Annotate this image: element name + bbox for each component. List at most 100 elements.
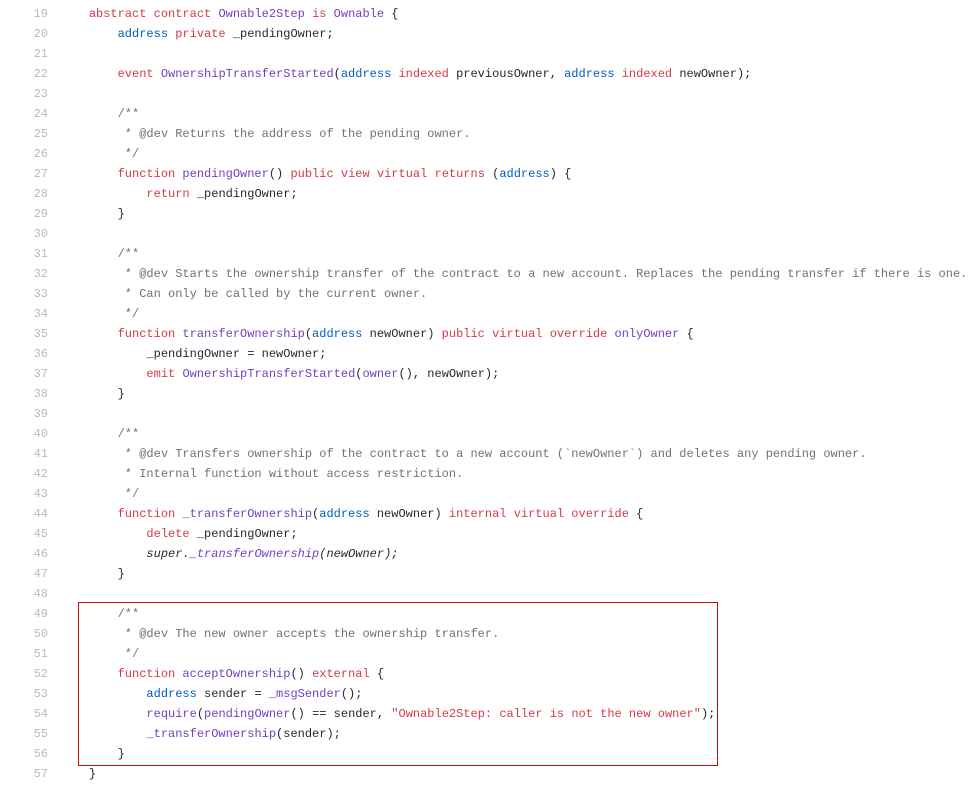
- token-plain: ,: [550, 67, 564, 81]
- line-number: 48: [0, 584, 48, 604]
- line-number: 50: [0, 624, 48, 644]
- code-line: [60, 44, 973, 64]
- line-number: 26: [0, 144, 48, 164]
- token-plain: {: [636, 507, 643, 521]
- token-id: newOwner: [370, 327, 428, 341]
- token-plain: }: [118, 567, 125, 581]
- token-id: newOwner: [679, 67, 737, 81]
- line-number: 25: [0, 124, 48, 144]
- token-str: "Ownable2Step: caller is not the new own…: [391, 707, 701, 721]
- token-kw: function: [118, 327, 183, 341]
- token-fn: OwnershipTransferStarted: [161, 67, 334, 81]
- token-kw: public: [442, 327, 492, 341]
- token-type: address: [312, 327, 370, 341]
- token-plain: ) {: [550, 167, 572, 181]
- line-number: 32: [0, 264, 48, 284]
- line-number: 52: [0, 664, 48, 684]
- code-line: require(pendingOwner() == sender, "Ownab…: [60, 704, 973, 724]
- code-viewer: 1920212223242526272829303132333435363738…: [0, 0, 973, 788]
- line-number: 54: [0, 704, 48, 724]
- token-plain: }: [118, 747, 125, 761]
- line-number: 37: [0, 364, 48, 384]
- token-kw: emit: [146, 367, 182, 381]
- token-cm: * Internal function without access restr…: [118, 467, 464, 481]
- token-fn: _transferOwnership: [182, 507, 312, 521]
- token-type: address: [319, 507, 377, 521]
- line-number: 19: [0, 4, 48, 24]
- token-id: sender =: [204, 687, 269, 701]
- token-cm: /**: [118, 247, 140, 261]
- line-number: 39: [0, 404, 48, 424]
- token-fn: _transferOwnership: [146, 727, 276, 741]
- code-line: * @dev Starts the ownership transfer of …: [60, 264, 973, 284]
- line-number: 41: [0, 444, 48, 464]
- code-line: */: [60, 304, 973, 324]
- code-line: }: [60, 564, 973, 584]
- code-line: }: [60, 764, 973, 784]
- code-line: /**: [60, 244, 973, 264]
- token-plain: ): [427, 327, 441, 341]
- token-type: address: [564, 67, 622, 81]
- token-id: newOwner: [377, 507, 435, 521]
- line-number: 36: [0, 344, 48, 364]
- line-number: 31: [0, 244, 48, 264]
- line-number: 57: [0, 764, 48, 784]
- token-kw: indexed: [398, 67, 456, 81]
- code-line: }: [60, 204, 973, 224]
- token-kw: function: [118, 667, 183, 681]
- token-fn: _msgSender: [269, 687, 341, 701]
- token-plain: {: [377, 667, 384, 681]
- token-fn: require: [146, 707, 196, 721]
- token-fn: acceptOwnership: [182, 667, 290, 681]
- code-line: /**: [60, 604, 973, 624]
- line-number: 22: [0, 64, 48, 84]
- code-line: */: [60, 644, 973, 664]
- code-line: function transferOwnership(address newOw…: [60, 324, 973, 344]
- code-line: return _pendingOwner;: [60, 184, 973, 204]
- code-line: function _transferOwnership(address newO…: [60, 504, 973, 524]
- code-line: abstract contract Ownable2Step is Ownabl…: [60, 4, 973, 24]
- token-kw: abstract: [89, 7, 154, 21]
- token-kw: return: [146, 187, 196, 201]
- line-number-gutter: 1920212223242526272829303132333435363738…: [0, 4, 60, 784]
- token-plain: (), newOwner);: [398, 367, 499, 381]
- line-number: 30: [0, 224, 48, 244]
- token-plain: );: [701, 707, 715, 721]
- token-plain: }: [118, 387, 125, 401]
- token-plain: .: [182, 547, 189, 561]
- token-kw: override: [571, 507, 636, 521]
- token-id: super: [146, 547, 182, 561]
- token-kw: indexed: [622, 67, 680, 81]
- token-id: _pendingOwner;: [233, 27, 334, 41]
- token-fn: OwnershipTransferStarted: [182, 367, 355, 381]
- token-kw: view: [341, 167, 377, 181]
- line-number: 51: [0, 644, 48, 664]
- token-cm: /**: [118, 427, 140, 441]
- line-number: 42: [0, 464, 48, 484]
- token-cm: /**: [118, 107, 140, 121]
- line-number: 56: [0, 744, 48, 764]
- line-number: 21: [0, 44, 48, 64]
- token-kw: function: [118, 507, 183, 521]
- token-cm: */: [118, 487, 140, 501]
- code-line: function acceptOwnership() external {: [60, 664, 973, 684]
- token-cm: * @dev Returns the address of the pendin…: [118, 127, 471, 141]
- code-line: * @dev The new owner accepts the ownersh…: [60, 624, 973, 644]
- token-cm: */: [118, 647, 140, 661]
- line-number: 47: [0, 564, 48, 584]
- line-number: 34: [0, 304, 48, 324]
- code-line: /**: [60, 104, 973, 124]
- code-line: delete _pendingOwner;: [60, 524, 973, 544]
- token-plain: (: [305, 327, 312, 341]
- token-kw: override: [550, 327, 615, 341]
- line-number: 33: [0, 284, 48, 304]
- token-kw: function: [118, 167, 183, 181]
- token-kw: virtual: [377, 167, 435, 181]
- token-fn: onlyOwner: [615, 327, 687, 341]
- token-kw: internal: [449, 507, 514, 521]
- token-plain: (): [269, 167, 291, 181]
- code-line: [60, 84, 973, 104]
- code-line: event OwnershipTransferStarted(address i…: [60, 64, 973, 84]
- code-line: function pendingOwner() public view virt…: [60, 164, 973, 184]
- code-line: */: [60, 144, 973, 164]
